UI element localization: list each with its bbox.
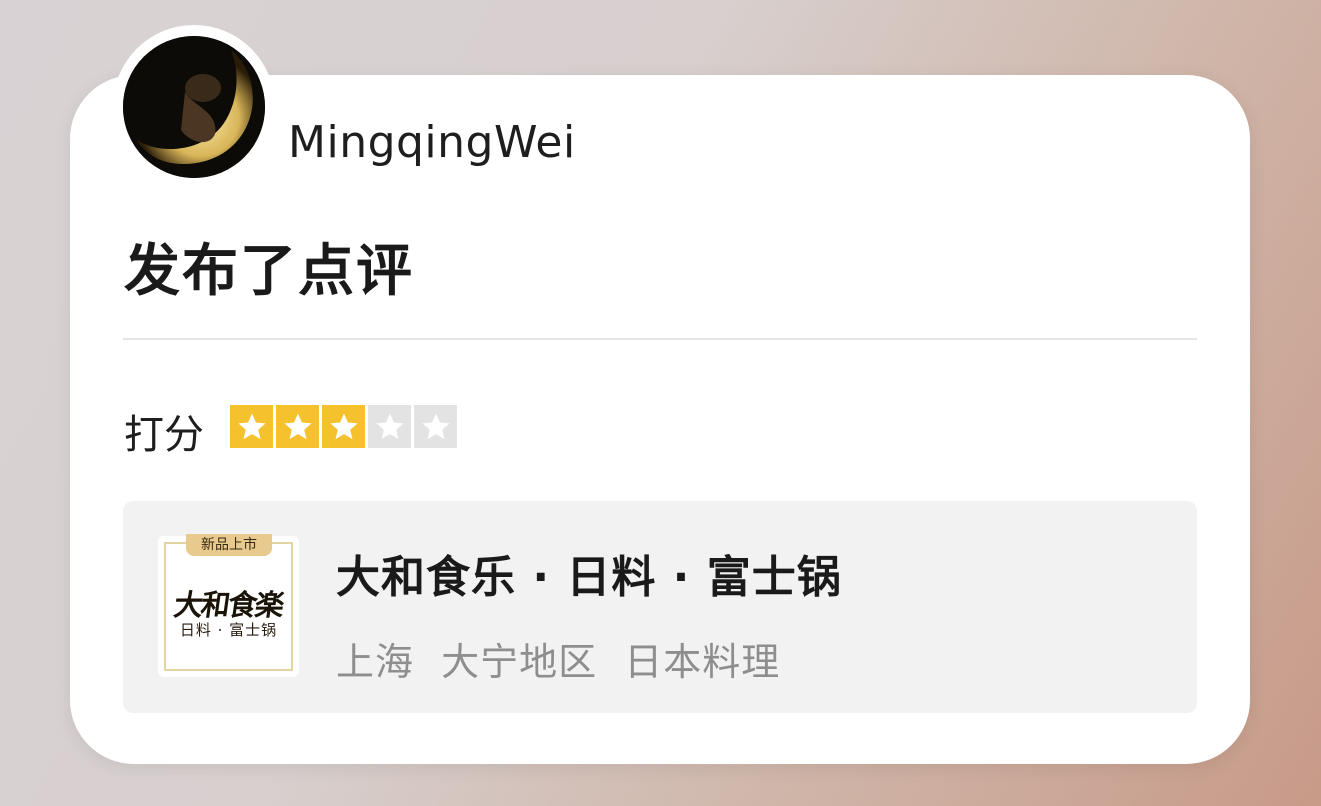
star-filled-icon <box>276 405 319 448</box>
shop-name: 大和食乐 · 日料 · 富士锅 <box>336 552 842 603</box>
post-action-title: 发布了点评 <box>124 239 414 304</box>
logo-main-text: 大和食楽 <box>171 588 285 622</box>
shop-city: 上海 <box>336 640 415 684</box>
star-filled-icon <box>322 405 365 448</box>
star-empty-icon <box>414 405 457 448</box>
logo-sub-text: 日料 · 富士锅 <box>179 621 278 639</box>
star-empty-icon <box>368 405 411 448</box>
star-rating <box>230 405 457 448</box>
shop-meta: 上海 大宁地区 日本料理 <box>336 631 780 686</box>
crescent-moon-icon <box>123 36 265 178</box>
shop-category: 日本料理 <box>624 640 781 684</box>
new-product-badge: 新品上市 <box>186 534 272 556</box>
divider <box>123 338 1197 340</box>
rating-label: 打分 <box>124 412 204 458</box>
shop-card[interactable]: 新品上市 大和食楽 日料 · 富士锅 大和食乐 · 日料 · 富士锅 上海 大宁… <box>123 501 1197 713</box>
shop-district: 大宁地区 <box>441 640 598 684</box>
avatar[interactable] <box>123 36 265 178</box>
shop-logo: 新品上市 大和食楽 日料 · 富士锅 <box>158 534 299 677</box>
star-filled-icon <box>230 405 273 448</box>
username[interactable]: MingqingWei <box>288 117 576 168</box>
